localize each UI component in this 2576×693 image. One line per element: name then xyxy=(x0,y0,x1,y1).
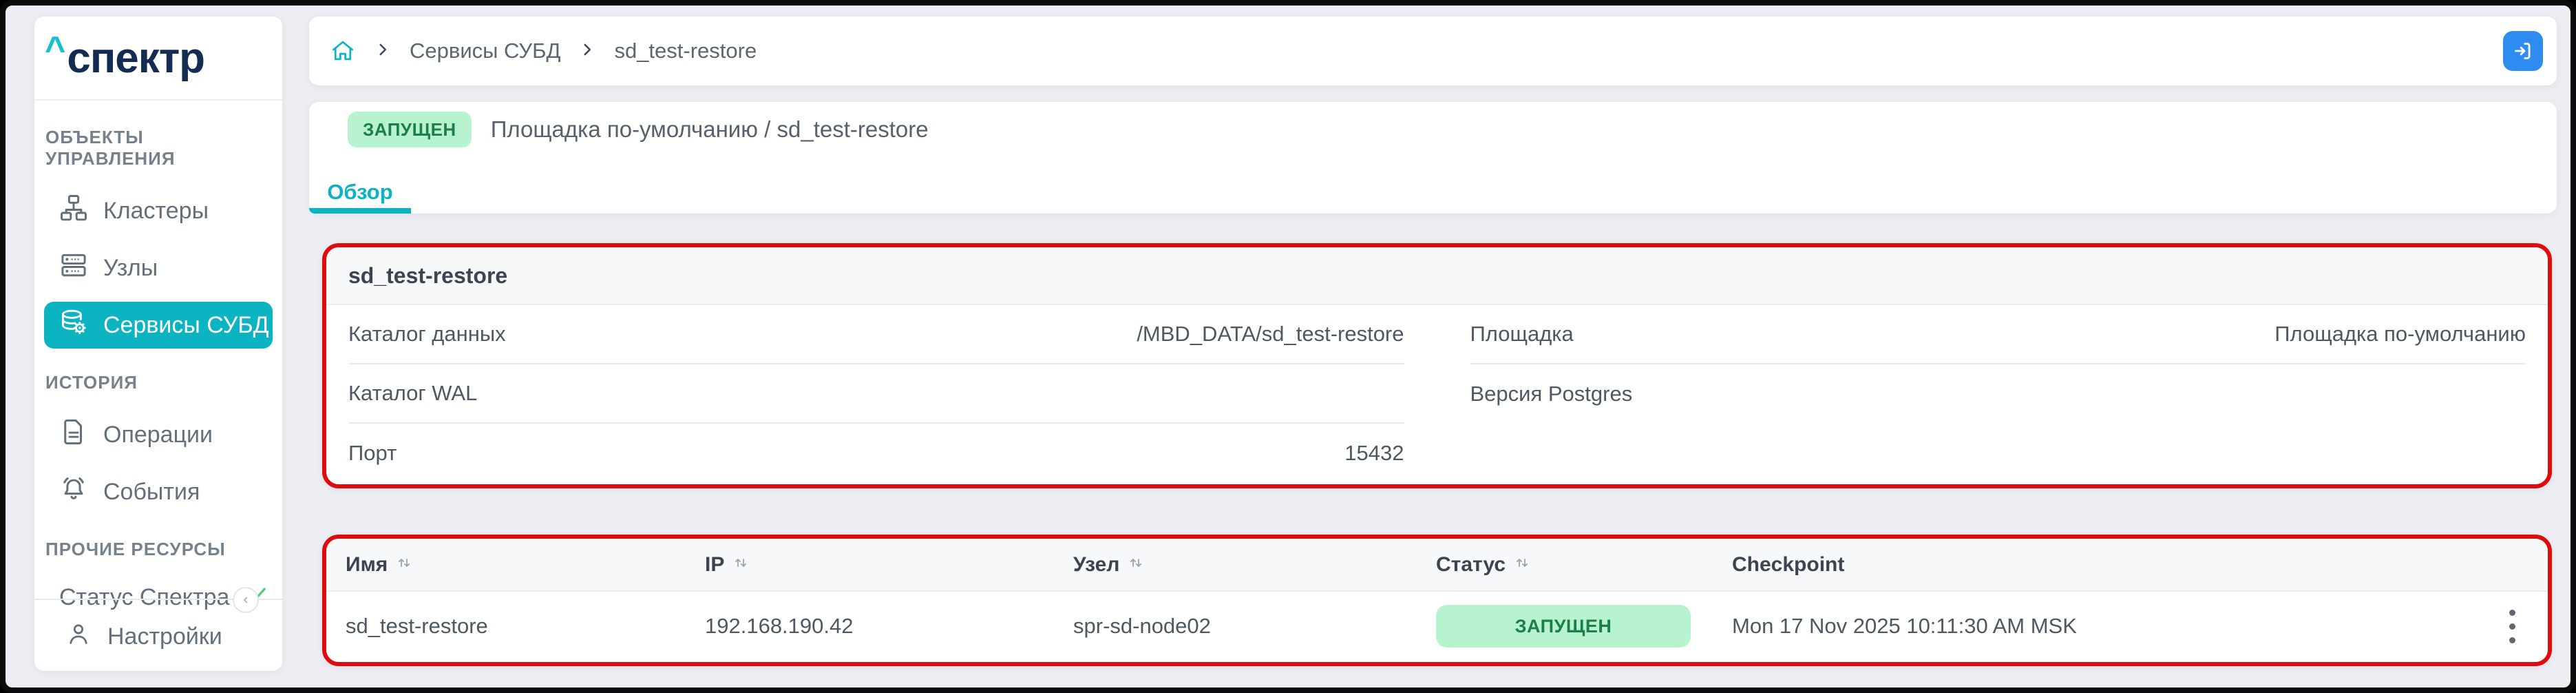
status-badge: ЗАПУЩЕН xyxy=(1436,605,1691,648)
home-icon xyxy=(330,38,356,64)
field-label: Порт xyxy=(348,441,397,466)
cell-node: spr-sd-node02 xyxy=(1073,614,1436,639)
service-summary-row: ЗАПУЩЕН Площадка по-умолчанию / sd_test-… xyxy=(348,112,929,147)
field-value: Площадка по-умолчанию xyxy=(2274,322,2526,346)
chevron-right-icon xyxy=(578,41,596,62)
field-label: Площадка xyxy=(1470,322,1574,346)
collapse-sidebar-button[interactable] xyxy=(233,587,259,613)
sidebar: ^ спектр ОБЪЕКТЫ УПРАВЛЕНИЯ Кластеры xyxy=(34,17,282,671)
exit-arrow-icon xyxy=(2511,39,2535,63)
page-header-card: ЗАПУЩЕН Площадка по-умолчанию / sd_test-… xyxy=(309,102,2557,214)
sort-icon xyxy=(396,553,412,577)
field-row-empty xyxy=(1470,424,2526,483)
chevron-right-icon xyxy=(374,41,392,62)
logout-button[interactable] xyxy=(2503,31,2543,71)
sidebar-item-label: Сервисы СУБД xyxy=(103,312,269,339)
field-label: Версия Postgres xyxy=(1470,382,1633,406)
sidebar-section-other-resources: ПРОЧИЕ РЕСУРСЫ xyxy=(44,539,273,560)
breadcrumb-home-link[interactable] xyxy=(330,38,356,64)
field-value: 15432 xyxy=(1344,441,1404,466)
table-header-name[interactable]: Имя xyxy=(346,553,705,577)
table-header-row: Имя IP Узел Статус xyxy=(326,539,2548,592)
field-label: Каталог WAL xyxy=(348,381,477,406)
overview-card-highlight: sd_test-restore Каталог данных /MBD_DATA… xyxy=(322,243,2552,488)
sidebar-item-label: Кластеры xyxy=(103,198,209,225)
tab-overview[interactable]: Обзор xyxy=(309,171,411,214)
sidebar-item-label: События xyxy=(103,479,200,506)
servers-icon xyxy=(59,251,88,286)
bell-icon xyxy=(59,475,88,510)
sidebar-item-events[interactable]: События xyxy=(44,468,273,515)
breadcrumb-item-dbms-services[interactable]: Сервисы СУБД xyxy=(410,39,560,63)
page-title: Площадка по-умолчанию / sd_test-restore xyxy=(491,116,929,143)
sidebar-nav: ОБЪЕКТЫ УПРАВЛЕНИЯ Кластеры xyxy=(34,101,282,627)
tab-bar: Обзор xyxy=(309,171,411,214)
field-row-data-catalog: Каталог данных /MBD_DATA/sd_test-restore xyxy=(348,305,1404,364)
sidebar-item-label: Настройки xyxy=(107,623,222,650)
sidebar-divider xyxy=(34,599,282,600)
sidebar-item-label: Узлы xyxy=(103,255,158,282)
database-gear-icon xyxy=(59,308,88,343)
field-label: Каталог данных xyxy=(348,322,506,346)
table-row: sd_test-restore 192.168.190.42 spr-sd-no… xyxy=(326,592,2548,661)
sort-icon xyxy=(1128,553,1144,577)
table-header-status[interactable]: Статус xyxy=(1436,553,1732,577)
app-window: ^ спектр ОБЪЕКТЫ УПРАВЛЕНИЯ Кластеры xyxy=(0,0,2576,693)
brand-caret-mark: ^ xyxy=(45,32,65,68)
column-label: IP xyxy=(705,553,724,577)
breadcrumb: Сервисы СУБД sd_test-restore xyxy=(330,38,757,64)
table-header-ip[interactable]: IP xyxy=(705,553,1073,577)
overview-card-title: sd_test-restore xyxy=(326,247,2548,305)
field-row-wal-catalog: Каталог WAL xyxy=(348,364,1404,424)
cell-status: ЗАПУЩЕН xyxy=(1436,605,1732,648)
column-label: Checkpoint xyxy=(1732,553,1844,577)
cell-name: sd_test-restore xyxy=(346,614,705,639)
user-icon xyxy=(65,620,92,654)
sidebar-item-label: Статус Спектра xyxy=(59,584,229,611)
brand-name: спектр xyxy=(67,34,204,83)
row-actions-kebab-button[interactable] xyxy=(2495,604,2529,648)
field-row-postgres-version: Версия Postgres xyxy=(1470,364,2526,424)
table-header-checkpoint: Checkpoint xyxy=(1732,553,2487,577)
column-label: Узел xyxy=(1073,553,1119,577)
breadcrumb-item-current: sd_test-restore xyxy=(614,39,757,63)
overview-fields-grid: Каталог данных /MBD_DATA/sd_test-restore… xyxy=(326,305,2548,483)
field-value: /MBD_DATA/sd_test-restore xyxy=(1137,322,1404,346)
sidebar-item-operations[interactable]: Операции xyxy=(44,411,273,458)
instances-table-highlight: Имя IP Узел Статус xyxy=(322,535,2552,666)
sort-icon xyxy=(732,553,749,577)
sidebar-section-history: ИСТОРИЯ xyxy=(44,372,273,393)
sidebar-item-clusters[interactable]: Кластеры xyxy=(44,187,273,234)
brand-logo: ^ спектр xyxy=(34,17,282,101)
sidebar-section-management-objects: ОБЪЕКТЫ УПРАВЛЕНИЯ xyxy=(44,127,273,169)
sidebar-item-dbms-services[interactable]: Сервисы СУБД xyxy=(44,302,273,349)
sidebar-item-nodes[interactable]: Узлы xyxy=(44,245,273,291)
field-row-port: Порт 15432 xyxy=(348,424,1404,483)
column-label: Имя xyxy=(346,553,388,577)
cluster-icon xyxy=(59,194,88,229)
cell-ip: 192.168.190.42 xyxy=(705,614,1073,639)
sidebar-item-label: Операции xyxy=(103,422,213,448)
document-icon xyxy=(59,417,88,453)
topbar: Сервисы СУБД sd_test-restore xyxy=(309,17,2557,85)
field-row-site: Площадка Площадка по-умолчанию xyxy=(1470,305,2526,364)
column-label: Статус xyxy=(1436,553,1506,577)
chevron-left-icon xyxy=(238,592,253,608)
sidebar-item-settings[interactable]: Настройки xyxy=(44,613,273,660)
sort-icon xyxy=(1514,553,1530,577)
table-header-node[interactable]: Узел xyxy=(1073,553,1436,577)
cell-checkpoint: Mon 17 Nov 2025 10:11:30 AM MSK xyxy=(1732,614,2487,639)
status-badge: ЗАПУЩЕН xyxy=(348,112,472,147)
